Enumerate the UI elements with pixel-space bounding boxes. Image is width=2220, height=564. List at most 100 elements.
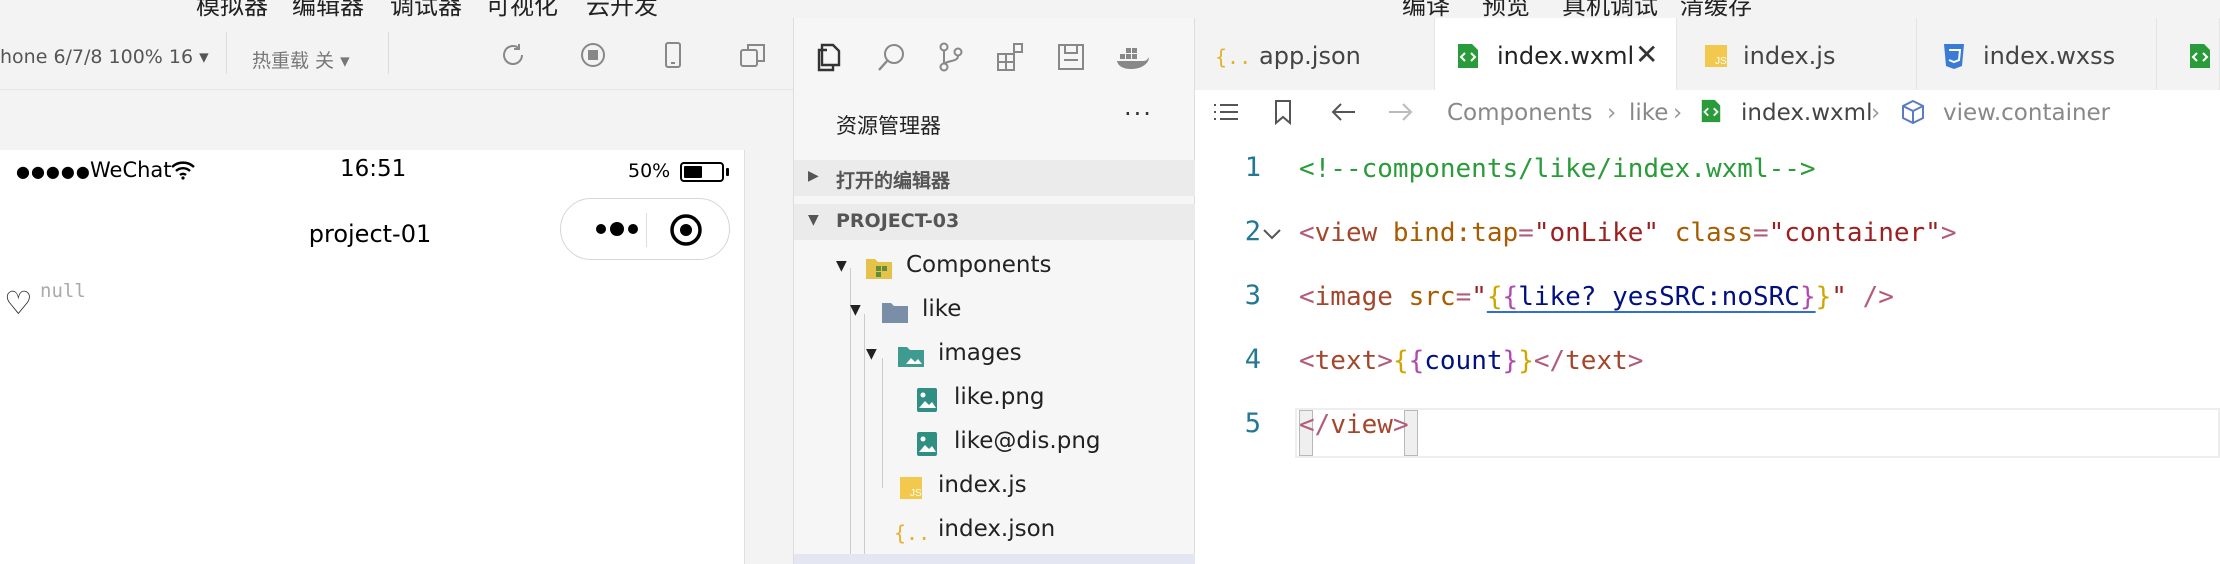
signal-icon: ●●●●● bbox=[16, 162, 91, 181]
open-editors-section[interactable]: ▶ 打开的编辑器 bbox=[794, 160, 1196, 196]
menu-cloud[interactable]: 云开发 bbox=[586, 0, 658, 18]
more-dots-icon[interactable] bbox=[595, 217, 639, 245]
string-token: " bbox=[1831, 282, 1847, 312]
tab-index-wxss[interactable]: index.wxss bbox=[1917, 18, 2157, 90]
stop-icon[interactable] bbox=[578, 40, 608, 70]
code-line-3: <image src="{{like? yesSRC:noSRC}}" /> bbox=[1299, 282, 1894, 312]
battery-tip bbox=[726, 168, 729, 176]
like-heart-icon[interactable]: ♡ bbox=[4, 284, 33, 322]
menu-editor[interactable]: 编辑器 bbox=[292, 0, 364, 18]
tree-folder-components[interactable]: ▼ Components bbox=[794, 248, 1196, 288]
section-label: 打开的编辑器 bbox=[836, 170, 951, 192]
chevron-down-icon: ▼ bbox=[850, 302, 861, 318]
back-arrow-icon[interactable] bbox=[1329, 98, 1359, 132]
breadcrumb-item[interactable]: Components bbox=[1447, 100, 1593, 126]
close-miniprogram-icon[interactable] bbox=[669, 213, 703, 251]
tab-index-js[interactable]: JS index.js bbox=[1677, 18, 1917, 90]
tag-token: image bbox=[1314, 282, 1393, 312]
component-folder-icon bbox=[864, 254, 892, 282]
detach-window-icon[interactable] bbox=[738, 40, 768, 70]
expression-token: count bbox=[1424, 346, 1503, 376]
tree-label: like@dis.png bbox=[954, 428, 1101, 454]
line-number: 5 bbox=[1244, 408, 1261, 439]
tree-file-index-json[interactable]: {..} index.json bbox=[794, 512, 1196, 552]
brace-token: } bbox=[1518, 346, 1534, 376]
menu-simulator[interactable]: 模拟器 bbox=[196, 0, 268, 18]
chevron-down-icon: ▼ bbox=[836, 258, 847, 274]
menu-preview[interactable]: 预览 bbox=[1482, 0, 1530, 18]
expression-token: like? yesSRC:noSRC bbox=[1518, 282, 1800, 312]
outline-list-icon[interactable] bbox=[1211, 98, 1241, 132]
svg-text:JS: JS bbox=[910, 488, 922, 499]
breadcrumb-item[interactable]: view.container bbox=[1943, 100, 2110, 126]
menu-compile[interactable]: 编译 bbox=[1402, 0, 1450, 18]
brace-token: } bbox=[1815, 282, 1832, 312]
close-icon[interactable]: ✕ bbox=[1635, 38, 1658, 71]
tree-file-index-js[interactable]: JS index.js bbox=[794, 468, 1196, 508]
tab-index-wxml[interactable]: index.wxml ✕ bbox=[1435, 18, 1677, 90]
wxss-icon bbox=[1941, 42, 1967, 76]
line-number: 4 bbox=[1244, 344, 1261, 375]
forward-arrow-icon[interactable] bbox=[1385, 98, 1415, 132]
menu-debugger[interactable]: 调试器 bbox=[390, 0, 462, 18]
menu-visual[interactable]: 可视化 bbox=[486, 0, 558, 18]
tree-folder-like[interactable]: ▼ like bbox=[794, 292, 1196, 332]
punct-token: = bbox=[1518, 218, 1534, 248]
phone-screen: ●●●●● WeChat 16:51 50% project-01 ♡ null bbox=[0, 150, 745, 564]
tree-label: index.json bbox=[938, 516, 1056, 542]
menu-remote-debug[interactable]: 真机调试 bbox=[1562, 0, 1658, 18]
selected-tree-row[interactable] bbox=[794, 554, 1196, 564]
punct-token: > bbox=[1627, 346, 1644, 376]
device-select[interactable]: hone 6/7/8 100% 16 ▾ bbox=[0, 46, 209, 68]
menu-clear-cache[interactable]: 清缓存 bbox=[1680, 0, 1752, 18]
activity-bar bbox=[794, 18, 1196, 90]
tree-file-like-dis-png[interactable]: like@dis.png bbox=[794, 424, 1196, 464]
search-icon[interactable] bbox=[874, 40, 908, 74]
punct-token: > bbox=[1377, 346, 1393, 376]
tree-folder-images[interactable]: ▼ images bbox=[794, 336, 1196, 376]
more-actions-icon[interactable]: ··· bbox=[1124, 100, 1153, 128]
breadcrumb-item[interactable]: index.wxml bbox=[1741, 100, 1872, 126]
code-area[interactable]: 1 2 3 4 5 <!--components/like/index.wxml… bbox=[1195, 136, 2220, 564]
breadcrumb-item[interactable]: like bbox=[1629, 100, 1668, 126]
attr-token: src bbox=[1392, 282, 1456, 312]
bookmark-icon[interactable] bbox=[1271, 98, 1295, 132]
tab-app-json[interactable]: {..} app.json bbox=[1195, 18, 1435, 90]
wxml-icon bbox=[1699, 98, 1723, 130]
punct-token: </ bbox=[1299, 410, 1331, 440]
status-time: 16:51 bbox=[340, 156, 407, 182]
storage-icon[interactable] bbox=[1054, 40, 1088, 74]
string-token: " bbox=[1471, 282, 1487, 312]
tab-label: index.wxss bbox=[1983, 42, 2116, 70]
menu-capsule bbox=[560, 198, 730, 260]
phone-icon[interactable] bbox=[658, 40, 688, 70]
wxml-icon bbox=[1455, 42, 1481, 76]
docker-icon[interactable] bbox=[1114, 40, 1149, 74]
hot-reload-toggle[interactable]: 热重载 关 ▾ bbox=[252, 46, 350, 73]
tab-overflow[interactable] bbox=[2157, 18, 2220, 90]
tag-token: text bbox=[1565, 346, 1628, 376]
string-token: "container" bbox=[1768, 218, 1941, 248]
chevron-down-icon: ▼ bbox=[808, 212, 819, 228]
image-folder-icon bbox=[896, 342, 924, 370]
line-number: 2 bbox=[1244, 216, 1261, 247]
code-line-1: <!--components/like/index.wxml--> bbox=[1299, 154, 1816, 184]
tree-file-like-png[interactable]: like.png bbox=[794, 380, 1196, 420]
source-control-icon[interactable] bbox=[934, 40, 968, 74]
battery-level bbox=[684, 166, 702, 178]
brace-token: { bbox=[1486, 282, 1503, 312]
json-file-icon: {..} bbox=[894, 518, 942, 546]
files-icon[interactable] bbox=[814, 40, 848, 74]
extensions-icon[interactable] bbox=[994, 40, 1028, 74]
punct-token: = bbox=[1455, 282, 1472, 312]
project-section[interactable]: ▼ PROJECT-03 bbox=[794, 204, 1196, 240]
refresh-icon[interactable] bbox=[498, 40, 528, 70]
menubar: 模拟器 编辑器 调试器 可视化 云开发 编译 预览 真机调试 清缓存 bbox=[0, 0, 2220, 18]
code-editor: {..} app.json index.wxml ✕ JS index.js bbox=[1195, 18, 2220, 564]
tab-label: app.json bbox=[1259, 42, 1361, 70]
fold-chevron-icon[interactable] bbox=[1261, 218, 1283, 248]
code-line-5: </view> bbox=[1299, 410, 1409, 440]
nav-title: project-01 bbox=[308, 220, 432, 248]
brace-token: } bbox=[1799, 282, 1816, 312]
brace-token: { bbox=[1408, 346, 1425, 376]
